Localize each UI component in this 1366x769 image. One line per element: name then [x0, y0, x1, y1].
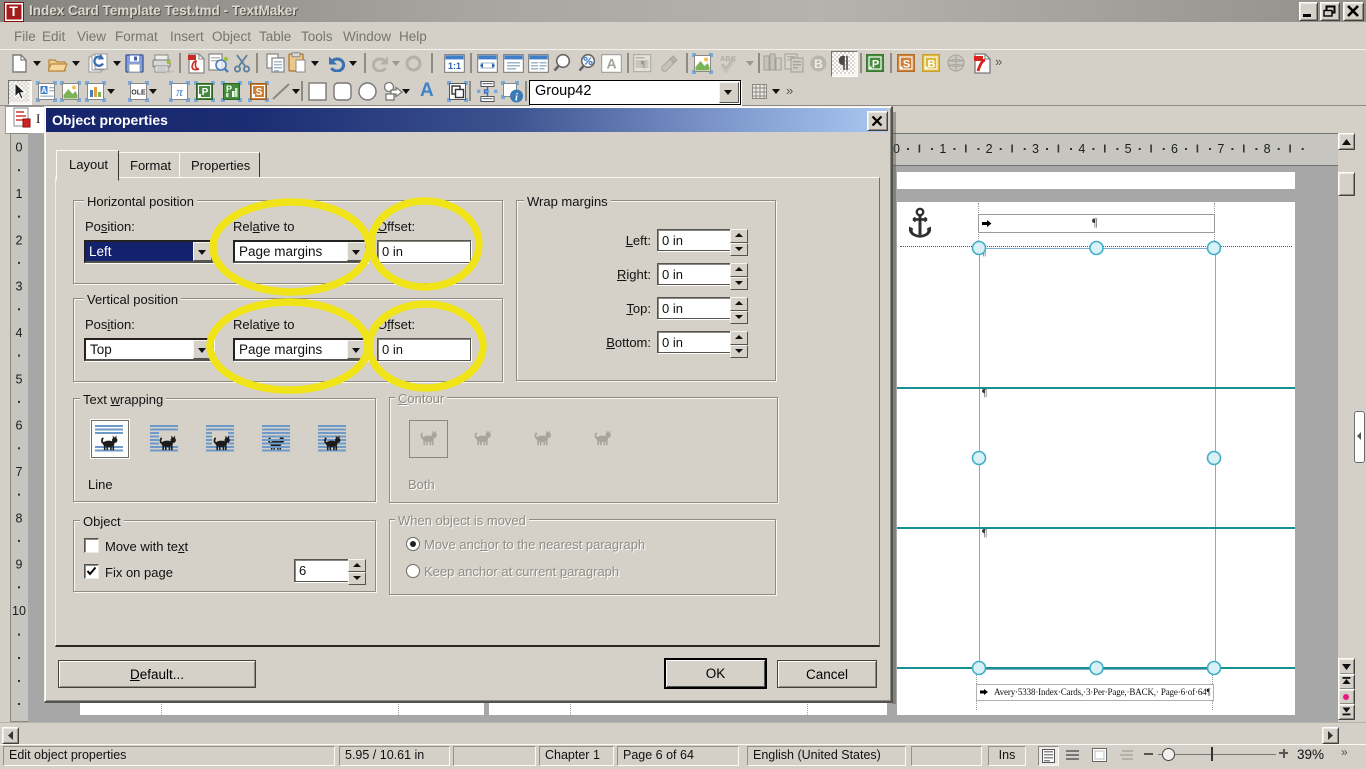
svg-text:2: 2 [16, 233, 23, 247]
svg-text:1: 1 [939, 142, 946, 156]
svg-text:4: 4 [16, 326, 23, 340]
svg-text:2: 2 [986, 142, 993, 156]
svg-text:8: 8 [16, 511, 23, 525]
svg-text:7: 7 [1217, 142, 1224, 156]
svg-text:0: 0 [16, 141, 23, 155]
svg-text:P: P [226, 84, 232, 94]
svg-text:S: S [903, 59, 910, 71]
svg-text:i: i [515, 93, 518, 104]
svg-text:9: 9 [16, 558, 23, 572]
svg-text:6: 6 [16, 419, 23, 433]
svg-text:A: A [41, 86, 47, 95]
svg-text:8: 8 [1264, 142, 1271, 156]
svg-text:S: S [256, 87, 263, 98]
svg-text:B: B [928, 59, 936, 71]
svg-text:10: 10 [12, 604, 26, 618]
svg-text:6: 6 [1171, 142, 1178, 156]
svg-text:1: 1 [16, 187, 23, 201]
svg-text:5: 5 [1125, 142, 1132, 156]
svg-text:4: 4 [1078, 142, 1085, 156]
svg-text:3: 3 [16, 280, 23, 294]
svg-text:3: 3 [1032, 142, 1039, 156]
svg-text:B: B [814, 57, 823, 71]
svg-text:5: 5 [16, 372, 23, 386]
svg-text:π: π [176, 84, 183, 99]
svg-text:1:1: 1:1 [448, 61, 461, 71]
svg-text:¶: ¶ [641, 60, 645, 70]
svg-text:OLE: OLE [131, 90, 146, 97]
svg-text:7: 7 [16, 465, 23, 479]
svg-text:A: A [606, 56, 616, 72]
svg-text:P: P [202, 87, 209, 98]
svg-text:P: P [872, 59, 879, 71]
